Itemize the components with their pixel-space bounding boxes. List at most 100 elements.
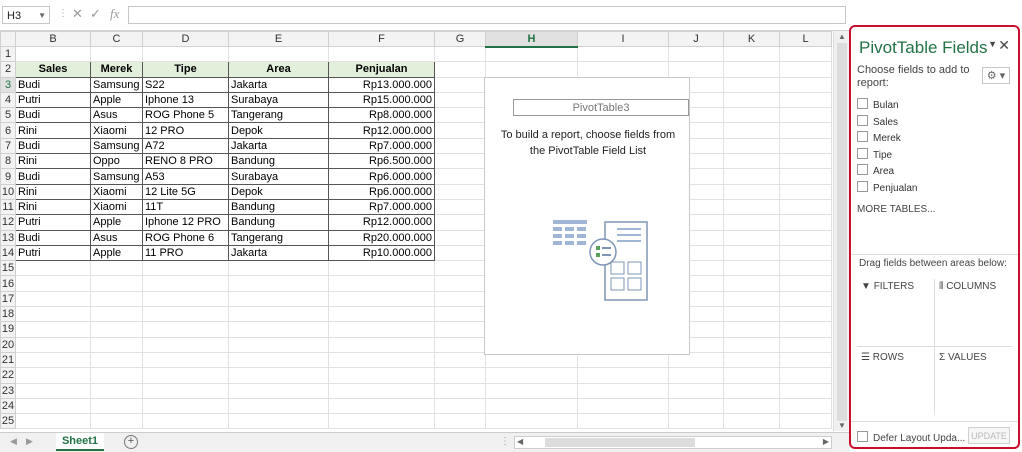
cell[interactable] xyxy=(434,397,486,415)
cell[interactable] xyxy=(15,260,91,277)
column-header[interactable]: J xyxy=(668,31,724,47)
vertical-scrollbar[interactable]: ▲ ▼ xyxy=(833,31,850,431)
cell[interactable] xyxy=(15,367,91,384)
table-data-cell[interactable]: Xiaomi xyxy=(90,198,143,216)
cell[interactable] xyxy=(434,107,486,124)
cell[interactable] xyxy=(90,290,143,308)
column-header[interactable]: E xyxy=(228,31,329,47)
cell[interactable] xyxy=(723,168,780,185)
cell[interactable] xyxy=(434,214,486,231)
cell[interactable] xyxy=(723,153,780,170)
table-data-cell[interactable]: Rp20.000.000 xyxy=(328,229,435,246)
cell[interactable] xyxy=(142,413,229,430)
cell[interactable] xyxy=(142,382,229,399)
cell[interactable] xyxy=(434,260,486,277)
field-item[interactable]: Bulan xyxy=(857,98,899,112)
table-data-cell[interactable]: Jakarta xyxy=(228,244,329,262)
cell[interactable] xyxy=(228,45,329,63)
cell[interactable] xyxy=(142,290,229,308)
table-data-cell[interactable]: Surabaya xyxy=(228,168,329,185)
table-data-cell[interactable]: Budi xyxy=(15,229,91,246)
cell[interactable] xyxy=(779,306,832,323)
defer-layout-checkbox[interactable]: Defer Layout Upda... xyxy=(857,431,965,444)
row-header[interactable]: 6 xyxy=(0,122,16,139)
cell[interactable] xyxy=(779,260,832,277)
cell[interactable] xyxy=(723,275,780,292)
table-data-cell[interactable]: Putri xyxy=(15,214,91,231)
split-handle-icon[interactable]: ⋮ xyxy=(500,436,510,447)
table-data-cell[interactable]: Asus xyxy=(90,229,143,246)
table-data-cell[interactable]: Rp12.000.000 xyxy=(328,122,435,139)
cell[interactable] xyxy=(90,397,143,415)
cell[interactable] xyxy=(328,382,435,399)
cell[interactable] xyxy=(577,397,669,415)
cell[interactable] xyxy=(228,336,329,353)
field-item[interactable]: Area xyxy=(857,164,894,178)
cell[interactable] xyxy=(723,321,780,338)
cell[interactable] xyxy=(328,275,435,292)
vertical-scroll-thumb[interactable] xyxy=(837,43,847,421)
table-data-cell[interactable]: Rini xyxy=(15,183,91,200)
cell[interactable] xyxy=(434,91,486,109)
row-header[interactable]: 19 xyxy=(0,321,16,338)
sheet-tab[interactable]: Sheet1 xyxy=(56,433,104,451)
row-header[interactable]: 25 xyxy=(0,413,16,430)
table-data-cell[interactable]: Xiaomi xyxy=(90,183,143,200)
row-header[interactable]: 24 xyxy=(0,397,16,415)
column-header[interactable]: F xyxy=(328,31,435,47)
row-header[interactable]: 7 xyxy=(0,137,16,155)
row-header[interactable]: 8 xyxy=(0,153,16,170)
cell[interactable] xyxy=(723,229,780,246)
cell[interactable] xyxy=(779,76,832,93)
column-header[interactable]: B xyxy=(15,31,91,47)
cell[interactable] xyxy=(723,306,780,323)
cell[interactable] xyxy=(228,306,329,323)
pivot-table-placeholder[interactable]: PivotTable3 To build a report, choose fi… xyxy=(484,77,690,355)
column-header[interactable]: C xyxy=(90,31,143,47)
table-data-cell[interactable]: Samsung xyxy=(90,76,143,93)
cell[interactable] xyxy=(90,351,143,369)
table-data-cell[interactable]: Rini xyxy=(15,153,91,170)
cell[interactable] xyxy=(328,397,435,415)
cell[interactable] xyxy=(779,229,832,246)
cell[interactable] xyxy=(328,336,435,353)
table-header-cell[interactable]: Penjualan xyxy=(328,61,435,78)
cell[interactable] xyxy=(779,244,832,262)
cell[interactable] xyxy=(328,351,435,369)
cell[interactable] xyxy=(723,367,780,384)
table-data-cell[interactable]: RENO 8 PRO xyxy=(142,153,229,170)
cell[interactable] xyxy=(90,321,143,338)
cell[interactable] xyxy=(434,413,486,430)
row-header[interactable]: 17 xyxy=(0,290,16,308)
cell[interactable] xyxy=(779,137,832,155)
cell[interactable] xyxy=(779,91,832,109)
cell[interactable] xyxy=(485,367,578,384)
row-header[interactable]: 5 xyxy=(0,107,16,124)
cell[interactable] xyxy=(434,45,486,63)
cell[interactable] xyxy=(779,153,832,170)
table-header-cell[interactable]: Sales xyxy=(15,61,91,78)
table-data-cell[interactable]: Budi xyxy=(15,107,91,124)
cell[interactable] xyxy=(15,351,91,369)
table-data-cell[interactable]: Budi xyxy=(15,168,91,185)
cell[interactable] xyxy=(434,183,486,200)
cell[interactable] xyxy=(723,397,780,415)
cell[interactable] xyxy=(485,397,578,415)
table-data-cell[interactable]: Rp10.000.000 xyxy=(328,244,435,262)
cell[interactable] xyxy=(779,275,832,292)
table-data-cell[interactable]: 12 PRO xyxy=(142,122,229,139)
row-header[interactable]: 23 xyxy=(0,382,16,399)
cell[interactable] xyxy=(434,244,486,262)
table-data-cell[interactable]: Xiaomi xyxy=(90,122,143,139)
tab-next-icon[interactable]: ▶ xyxy=(26,436,33,447)
select-all-corner[interactable] xyxy=(0,31,16,47)
cell[interactable] xyxy=(723,91,780,109)
checkbox-icon[interactable] xyxy=(857,98,868,109)
cell[interactable] xyxy=(723,290,780,308)
column-header[interactable]: D xyxy=(142,31,229,47)
cell[interactable] xyxy=(434,351,486,369)
row-header[interactable]: 11 xyxy=(0,198,16,216)
checkbox-icon[interactable] xyxy=(857,114,868,126)
cell[interactable] xyxy=(228,367,329,384)
column-header[interactable]: H xyxy=(485,31,578,48)
